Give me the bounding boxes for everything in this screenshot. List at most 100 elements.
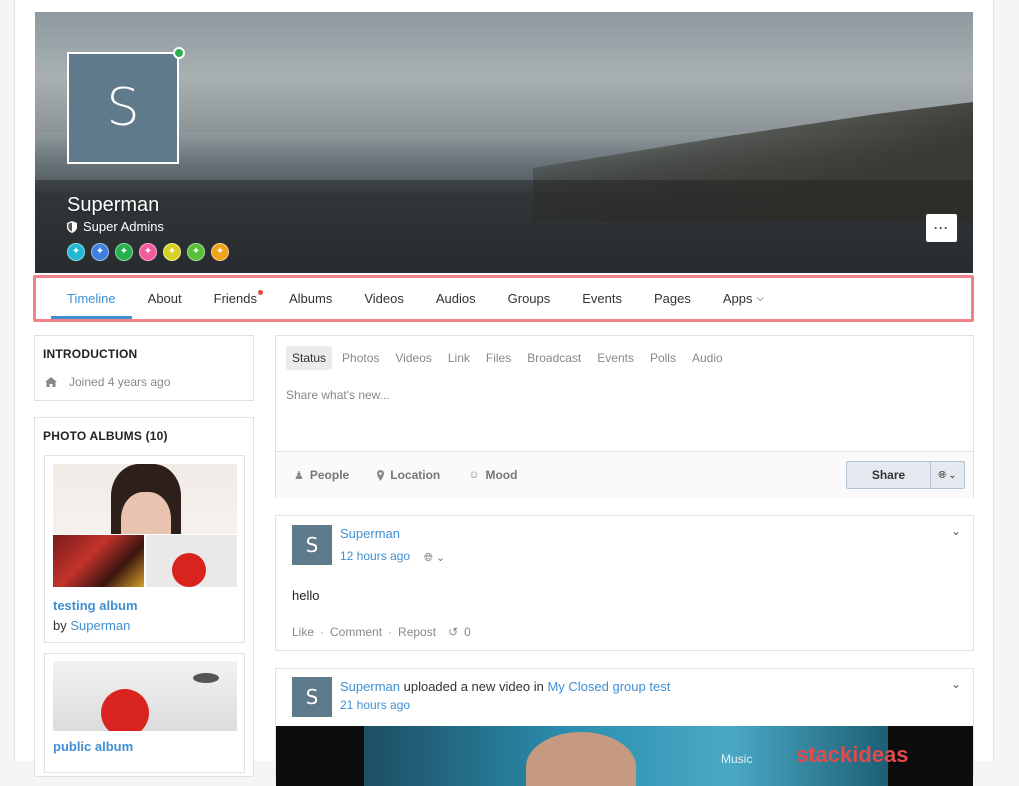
tab-label: Videos bbox=[364, 291, 404, 306]
album-thumbnail[interactable] bbox=[146, 535, 237, 587]
leaf-badge-icon[interactable]: ✦ bbox=[187, 243, 205, 261]
people-label: People bbox=[309, 468, 350, 482]
post-options-chevron-icon[interactable]: ⌄ bbox=[951, 677, 961, 691]
repost-link[interactable]: Repost bbox=[398, 625, 436, 639]
chevron-down-icon: ⌄ bbox=[435, 552, 446, 564]
online-status-dot bbox=[173, 47, 185, 59]
profile-name[interactable]: Superman bbox=[67, 194, 159, 217]
chevron-down-icon: ⌄ bbox=[948, 469, 957, 481]
composer-tab-broadcast[interactable]: Broadcast bbox=[521, 346, 587, 370]
location-label: Location bbox=[390, 468, 441, 482]
introduction-title: INTRODUCTION bbox=[43, 347, 138, 361]
location-button[interactable]: Location bbox=[377, 468, 440, 482]
notification-dot bbox=[258, 290, 263, 295]
tab-label: Timeline bbox=[67, 291, 116, 306]
tab-about[interactable]: About bbox=[132, 278, 198, 319]
sun-badge-icon[interactable]: ✦ bbox=[163, 243, 181, 261]
profile-role-label: Super Admins bbox=[83, 219, 164, 234]
square-badge-icon[interactable]: ✦ bbox=[91, 243, 109, 261]
composer-tab-polls[interactable]: Polls bbox=[644, 346, 682, 370]
video-brand: stackideas bbox=[796, 742, 909, 767]
photo-albums-title: PHOTO ALBUMS (10) bbox=[43, 429, 168, 443]
post-avatar[interactable]: S bbox=[292, 525, 332, 565]
post-avatar[interactable]: S bbox=[292, 677, 332, 717]
video-caption: Music bbox=[721, 752, 753, 766]
repost-count: 0 bbox=[464, 625, 471, 639]
album-name-link[interactable]: public album bbox=[53, 739, 133, 754]
album-owner-prefix: by bbox=[53, 618, 67, 633]
tab-pages[interactable]: Pages bbox=[638, 278, 707, 319]
trophy-badge-icon[interactable]: ✦ bbox=[211, 243, 229, 261]
post-headline: Superman uploaded a new video in My Clos… bbox=[340, 679, 670, 694]
album-cover-photo[interactable] bbox=[53, 464, 237, 534]
album-thumbnail[interactable] bbox=[53, 535, 144, 587]
post-timestamp[interactable]: 21 hours ago bbox=[340, 698, 410, 712]
circle-badge-icon[interactable]: ✦ bbox=[115, 243, 133, 261]
composer-tab-status[interactable]: Status bbox=[286, 346, 333, 370]
profile-avatar[interactable]: S bbox=[67, 52, 179, 164]
achievement-badges: ✦ ✦ ✦ ✦ ✦ ✦ ✦ bbox=[67, 243, 229, 261]
tag-people-button[interactable]: ♟ People bbox=[294, 468, 349, 482]
like-link[interactable]: Like bbox=[292, 625, 314, 639]
tab-label: About bbox=[147, 291, 182, 306]
composer-tabs: Status Photos Videos Link Files Broadcast Even… bbox=[276, 336, 973, 370]
album-cover-photo[interactable] bbox=[53, 661, 237, 731]
post-timestamp[interactable]: 12 hours ago bbox=[340, 549, 410, 563]
tab-apps[interactable]: Apps ⌵ bbox=[707, 278, 780, 319]
album-item[interactable]: public album bbox=[44, 653, 245, 773]
video-player[interactable]: Music stackideas bbox=[276, 726, 973, 786]
composer-tab-link[interactable]: Link bbox=[442, 346, 476, 370]
composer-tab-files[interactable]: Files bbox=[480, 346, 517, 370]
composer-tab-audio[interactable]: Audio bbox=[686, 346, 729, 370]
home-icon bbox=[45, 377, 57, 387]
tab-audios[interactable]: Audios bbox=[420, 278, 492, 319]
post-options-chevron-icon[interactable]: ⌄ bbox=[951, 524, 961, 538]
tab-timeline[interactable]: Timeline bbox=[51, 278, 132, 319]
composer-tab-videos[interactable]: Videos bbox=[389, 346, 437, 370]
person-icon: ♟ bbox=[294, 469, 304, 482]
tab-videos[interactable]: Videos bbox=[348, 278, 420, 319]
more-options-button[interactable]: ··· bbox=[926, 214, 957, 242]
photo-albums-card: PHOTO ALBUMS (10) testing album by Super… bbox=[34, 417, 254, 777]
repost-icon: ↺ bbox=[448, 625, 459, 639]
privacy-dropdown[interactable]: 🌐︎ ⌄ bbox=[931, 461, 965, 489]
tab-label: Albums bbox=[289, 291, 333, 306]
mood-label: Mood bbox=[485, 468, 518, 482]
tab-albums[interactable]: Albums bbox=[273, 278, 348, 319]
shield-icon bbox=[67, 220, 77, 233]
post-privacy-dropdown[interactable]: 🌐︎ ⌄ bbox=[424, 551, 445, 565]
share-button[interactable]: Share bbox=[846, 461, 931, 489]
tab-label: Audios bbox=[435, 291, 476, 306]
tab-friends[interactable]: Friends bbox=[198, 278, 273, 319]
album-owner: by Superman bbox=[53, 618, 130, 633]
tab-label: Events bbox=[582, 291, 623, 306]
composer-tab-photos[interactable]: Photos bbox=[336, 346, 385, 370]
joined-text: Joined 4 years ago bbox=[69, 375, 171, 389]
post-author-link[interactable]: Superman bbox=[340, 526, 400, 541]
mood-button[interactable]: ☺ Mood bbox=[468, 468, 517, 482]
profile-role: Super Admins bbox=[67, 219, 164, 234]
globe-icon: 🌐︎ bbox=[424, 552, 433, 564]
post-actions: Like · Comment · Repost ↺ 0 bbox=[292, 625, 471, 639]
group-link[interactable]: My Closed group test bbox=[547, 679, 670, 694]
comment-link[interactable]: Comment bbox=[330, 625, 382, 639]
status-input[interactable]: Share what's new... bbox=[286, 388, 390, 402]
globe-icon: 🌐︎ bbox=[938, 469, 947, 481]
post-content: hello bbox=[292, 588, 320, 603]
feed-post: S Superman uploaded a new video in My Cl… bbox=[275, 668, 974, 786]
smiley-icon: ☺ bbox=[468, 469, 480, 481]
album-owner-link[interactable]: Superman bbox=[70, 618, 130, 633]
post-author-link[interactable]: Superman bbox=[340, 679, 400, 694]
tab-groups[interactable]: Groups bbox=[492, 278, 567, 319]
star-badge-icon[interactable]: ✦ bbox=[67, 243, 85, 261]
profile-cover: S Superman Super Admins ✦ ✦ ✦ ✦ ✦ ✦ ✦ ··· bbox=[35, 12, 973, 273]
album-item[interactable]: testing album by Superman bbox=[44, 455, 245, 643]
heart-badge-icon[interactable]: ✦ bbox=[139, 243, 157, 261]
composer-tab-events[interactable]: Events bbox=[591, 346, 640, 370]
feed-post: S Superman 12 hours ago 🌐︎ ⌄ ⌄ hello Lik… bbox=[275, 515, 974, 651]
tab-events[interactable]: Events bbox=[566, 278, 638, 319]
album-thumbnails bbox=[53, 535, 237, 587]
tab-label: Pages bbox=[654, 291, 691, 306]
map-pin-icon bbox=[377, 469, 385, 481]
album-name-link[interactable]: testing album bbox=[53, 598, 138, 613]
